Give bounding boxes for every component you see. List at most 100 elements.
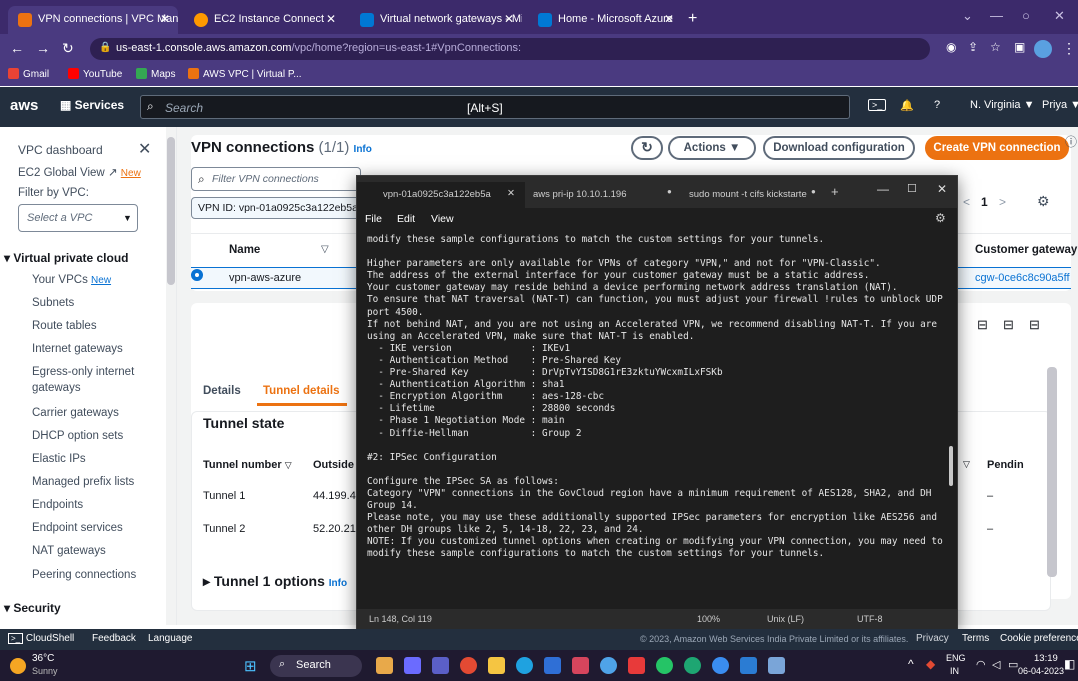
forward-icon[interactable]: → [36,40,50,56]
section-security[interactable]: ▾ Security [4,601,61,615]
col-pending-header[interactable]: Pendin [987,459,1024,471]
next-page-icon[interactable]: > [999,195,1006,209]
row-customer-gateway-link[interactable]: cgw-0ce6c8c90a5ff [975,272,1070,284]
sidebar-item-subnets[interactable]: Subnets [32,297,74,309]
scroll-thumb[interactable] [167,137,175,285]
sidebar-item-endpoints[interactable]: Endpoints [32,499,83,511]
sidebar-item-internet-gateways[interactable]: Internet gateways [32,343,123,355]
row-name[interactable]: vpn-aws-azure [229,272,301,284]
sidebar-item-prefix-lists[interactable]: Managed prefix lists [32,476,134,488]
chrome-3-icon[interactable] [712,657,729,674]
download-configuration-button[interactable]: Download configuration [763,136,915,160]
feedback-link[interactable]: Feedback [92,633,136,644]
col-name-header[interactable]: Name [229,244,260,256]
pocket-icon[interactable] [572,657,589,674]
prev-page-icon[interactable]: < [963,195,970,209]
aws-logo[interactable]: aws [10,97,38,114]
terminal-tab-pri-ip[interactable]: aws pri-ip 10.10.1.196 [525,182,655,208]
bookmark-maps[interactable]: Maps [136,68,175,80]
sidebar-item-carrier-gateways[interactable]: Carrier gateways [32,407,119,419]
share-icon[interactable]: ⇪ [968,40,978,54]
photos-icon[interactable] [768,657,785,674]
split-full-icon[interactable]: ⊟ [1029,317,1040,333]
avatar[interactable] [1034,40,1052,58]
sidebar-item-egress-only-2[interactable]: gateways [32,382,81,394]
clock-time[interactable]: 13:19 [1034,653,1058,664]
create-vpn-connection-button[interactable]: Create VPN connection [925,136,1069,160]
teams-icon[interactable] [432,657,449,674]
chevron-down-icon[interactable]: ⌄ [962,8,973,24]
settings-gear-icon[interactable]: ⚙ [1037,193,1050,210]
filter-input[interactable]: ⌕ Filter VPN connections [191,167,361,191]
bell-icon[interactable]: 🔔 [900,99,914,112]
refresh-button[interactable]: ↻ [631,136,663,160]
extension-icon[interactable]: ◉ [946,40,956,54]
chrome-2-icon[interactable] [600,657,617,674]
wifi-icon[interactable]: ◠ [976,658,986,671]
sidebar-item-nat-gateways[interactable]: NAT gateways [32,545,106,557]
sidebar-item-endpoint-services[interactable]: Endpoint services [32,522,123,534]
tunnel-1-options-toggle[interactable]: ▸ Tunnel 1 options Info [203,573,347,590]
terms-link[interactable]: Terms [962,633,989,644]
cloudshell-icon[interactable]: >_ [868,99,887,111]
bookmark-youtube[interactable]: YouTube [68,68,122,80]
close-icon[interactable]: ✕ [138,139,151,159]
sort-icon[interactable]: ▽ [963,459,970,470]
terminal-tab-mount[interactable]: sudo mount -t cifs kickstarte [681,182,821,208]
new-tab-icon[interactable]: + [831,184,839,199]
chevron-up-icon[interactable]: ^ [908,657,914,671]
battery-icon[interactable]: ▭ [1008,658,1018,671]
actions-button[interactable]: Actions ▼ [668,136,756,160]
aws-search-input[interactable]: ⌕ Search [Alt+S] [140,95,850,119]
sidebar-item-your-vpcs[interactable]: Your VPCs New [32,274,111,286]
row-radio-selected[interactable] [191,269,203,281]
git-icon[interactable] [628,657,645,674]
vpc-select[interactable]: Select a VPC ▼ [18,204,138,232]
bookmark-gmail[interactable]: Gmail [8,68,49,80]
close-window-icon[interactable]: ✕ [1054,8,1065,24]
terminal-tab-vpn[interactable]: vpn-01a0925c3a122eb5a ✕ [357,182,525,208]
col-tunnel-number-header[interactable]: Tunnel number ▽ [203,459,292,471]
temperature[interactable]: 36°C [32,653,54,664]
help-icon[interactable]: ? [934,99,940,111]
close-icon[interactable]: ✕ [664,12,674,26]
info-link[interactable]: Info [354,144,372,155]
more-icon[interactable]: ⋮ [1062,40,1076,57]
terminal-scrollbar[interactable] [949,446,953,486]
main-scrollbar[interactable] [1047,367,1057,577]
windows-start-icon[interactable]: ⊞ [244,657,257,675]
split-bottom-icon[interactable]: ⊟ [977,317,988,333]
info-link[interactable]: Info [329,578,347,589]
chrome-icon[interactable] [460,657,477,674]
sort-icon[interactable]: ▽ [321,244,329,255]
close-icon[interactable]: ✕ [507,188,515,199]
vpc-dashboard-link[interactable]: VPC dashboard [18,143,103,157]
tab-details[interactable]: Details [203,385,241,397]
volume-icon[interactable]: ◁ [992,658,1000,671]
region-indicator[interactable]: IN [950,666,959,676]
gear-icon[interactable]: ⚙ [935,211,946,225]
browser-tab-azure-home[interactable]: Home - Microsoft Azure ✕ [528,6,682,34]
services-button[interactable]: ▦ Services [60,98,124,112]
widgets-app-icon[interactable] [376,657,393,674]
terminal-text[interactable]: modify these sample configurations to ma… [367,234,949,609]
browser-tab-ec2[interactable]: EC2 Instance Connect ✕ [184,6,344,34]
browser-tab-vpn[interactable]: VPN connections | VPC Managem ✕ [8,6,178,34]
maximize-icon[interactable]: ○ [1022,8,1030,23]
bookmark-aws-vpc[interactable]: AWS VPC | Virtual P... [188,68,302,80]
col-outside-ip-header[interactable]: Outside I [313,459,360,471]
notification-icon[interactable]: ◧ [1064,657,1075,671]
section-virtual-private-cloud[interactable]: ▾ Virtual private cloud [4,251,129,265]
chat-icon[interactable] [684,657,701,674]
col-customer-gateway-header[interactable]: Customer gateway [975,244,1077,256]
sidebar-item-route-tables[interactable]: Route tables [32,320,97,332]
store-icon[interactable] [544,657,561,674]
page-number[interactable]: 1 [981,195,988,209]
back-icon[interactable]: ← [10,40,24,56]
sidebar-scrollbar[interactable] [166,127,176,625]
clock-date[interactable]: 06-04-2023 [1018,666,1064,676]
sidebar-item-egress-only[interactable]: Egress-only internet [32,366,134,378]
user-menu[interactable]: Priya ▼ [1042,99,1078,111]
task-view-icon[interactable] [404,657,421,674]
minimize-icon[interactable]: — [990,8,1003,23]
